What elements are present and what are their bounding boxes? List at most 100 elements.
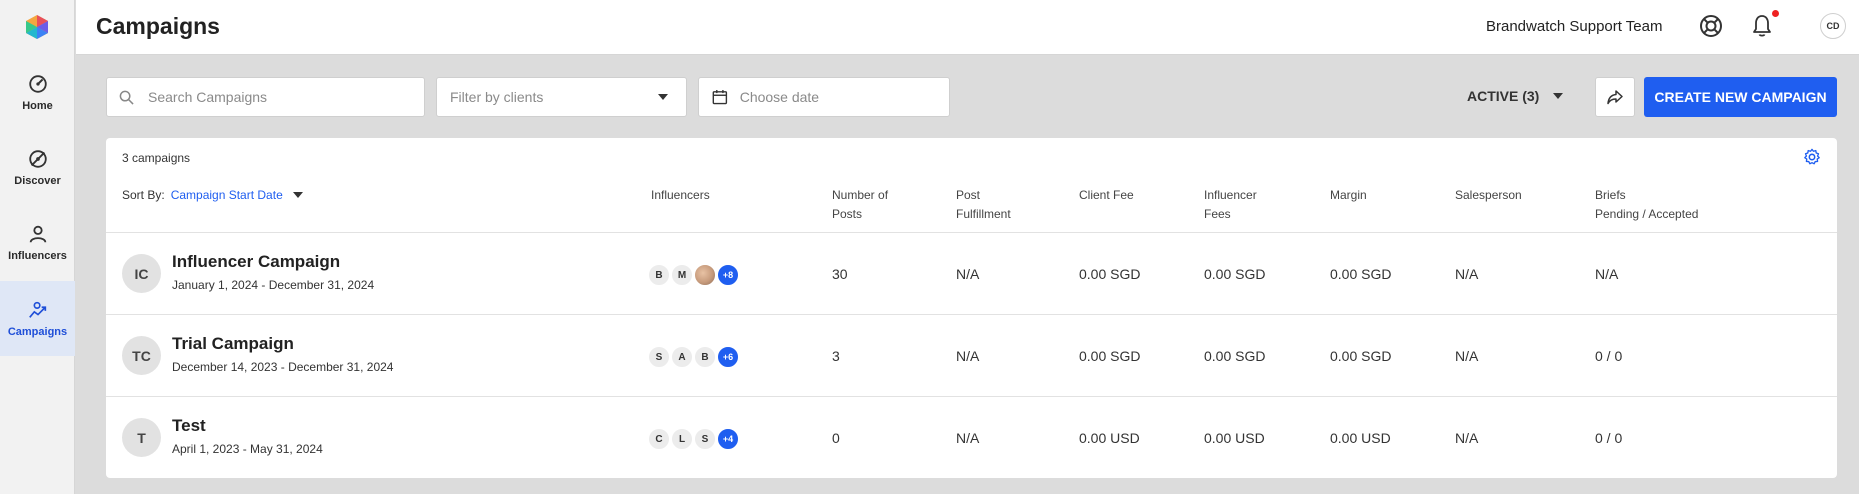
sidebar-item-influencers[interactable]: Influencers [0, 205, 75, 280]
influencer-fees: 0.00 USD [1204, 430, 1265, 446]
column-header-line: Fulfillment [956, 207, 1011, 221]
post-fulfillment: N/A [956, 430, 980, 446]
chevron-down-icon [658, 94, 668, 100]
post-fulfillment: N/A [956, 348, 980, 364]
column-header-line: Influencer [1204, 188, 1257, 202]
client-fee: 0.00 SGD [1079, 266, 1141, 282]
status-filter-dropdown[interactable]: ACTIVE (3) [1467, 88, 1564, 104]
salesperson: N/A [1455, 348, 1479, 364]
date-picker-field[interactable] [698, 77, 950, 117]
share-arrow-icon [1607, 90, 1623, 105]
column-header-fulfillment: Post Fulfillment [956, 186, 1011, 224]
client-filter-select[interactable]: Filter by clients [436, 77, 687, 117]
column-header-line: Fees [1204, 207, 1231, 221]
chevron-down-icon[interactable] [292, 192, 303, 198]
create-new-campaign-button[interactable]: CREATE NEW CAMPAIGN [1644, 77, 1837, 117]
page-title: Campaigns [96, 13, 220, 39]
campaign-dates: April 1, 2023 - May 31, 2024 [172, 442, 323, 456]
margin: 0.00 SGD [1330, 266, 1392, 282]
column-header-salesperson: Salesperson [1455, 186, 1522, 205]
team-name[interactable]: Brandwatch Support Team [1486, 18, 1663, 35]
briefs: N/A [1595, 266, 1619, 282]
more-influencers-badge: +4 [716, 427, 740, 451]
calendar-icon [712, 90, 728, 105]
influencer-fees: 0.00 SGD [1204, 266, 1266, 282]
search-input[interactable] [148, 89, 388, 105]
influencer-avatar: M [670, 263, 694, 287]
status-filter-label: ACTIVE (3) [1467, 88, 1540, 104]
column-header-line: Influencers [651, 188, 710, 202]
share-button[interactable] [1595, 77, 1635, 117]
campaign-avatar: T [122, 418, 161, 457]
salesperson: N/A [1455, 266, 1479, 282]
column-header-margin: Margin [1330, 186, 1367, 205]
briefs: 0 / 0 [1595, 348, 1623, 364]
discover-icon [28, 150, 47, 168]
column-header-line: Margin [1330, 188, 1367, 202]
column-header-influencers: Influencers [651, 186, 710, 205]
table-row[interactable]: T Test April 1, 2023 - May 31, 2024 C L … [106, 397, 1837, 479]
notification-bell-icon[interactable] [1750, 13, 1774, 39]
column-header-line: Salesperson [1455, 188, 1522, 202]
sort-by-value[interactable]: Campaign Start Date [171, 188, 283, 202]
column-header-briefs: Briefs Pending / Accepted [1595, 186, 1698, 224]
sidebar-item-label: Influencers [8, 250, 67, 262]
influencer-avatar: A [670, 345, 694, 369]
campaigns-table-card: 3 campaigns Sort By: Campaign Start Date… [106, 138, 1837, 478]
influencer-avatar: C [647, 427, 671, 451]
sidebar-item-home[interactable]: Home [0, 55, 75, 130]
influencer-avatar: S [647, 345, 671, 369]
help-lifebuoy-icon[interactable] [1699, 14, 1723, 38]
column-header-line: Briefs [1595, 188, 1626, 202]
app-logo-icon[interactable] [24, 14, 50, 40]
table-row[interactable]: IC Influencer Campaign January 1, 2024 -… [106, 233, 1837, 315]
column-header-influencer-fees: Influencer Fees [1204, 186, 1257, 224]
user-avatar[interactable]: CD [1820, 13, 1846, 39]
briefs: 0 / 0 [1595, 430, 1623, 446]
sort-by-control: Sort By: Campaign Start Date [122, 188, 303, 202]
column-header-line: Pending / Accepted [1595, 207, 1699, 221]
campaign-dates: January 1, 2024 - December 31, 2024 [172, 278, 375, 292]
margin: 0.00 USD [1330, 430, 1391, 446]
column-header-posts: Number of Posts [832, 186, 888, 224]
top-header: Campaigns Brandwatch Support Team CD [76, 0, 1859, 55]
person-icon [29, 225, 46, 243]
sidebar-item-label: Discover [14, 175, 61, 187]
client-fee: 0.00 USD [1079, 430, 1140, 446]
posts-count: 0 [832, 430, 840, 446]
column-header-line: Posts [832, 207, 863, 221]
home-gauge-icon [28, 75, 47, 93]
client-filter-placeholder: Filter by clients [450, 89, 544, 105]
column-header-client-fee: Client Fee [1079, 186, 1134, 205]
gear-icon[interactable] [1803, 148, 1821, 166]
posts-count: 30 [832, 266, 848, 282]
influencer-fees: 0.00 SGD [1204, 348, 1266, 364]
salesperson: N/A [1455, 430, 1479, 446]
sidebar: Home Discover Influencers Campaigns [0, 0, 75, 494]
campaign-chart-icon [28, 301, 46, 318]
search-icon [119, 90, 134, 105]
campaign-count: 3 campaigns [122, 151, 191, 165]
sidebar-item-discover[interactable]: Discover [0, 130, 75, 205]
influencer-photo-avatar [693, 263, 717, 287]
notification-dot [1772, 10, 1779, 17]
posts-count: 3 [832, 348, 840, 364]
campaign-name[interactable]: Test [172, 416, 206, 436]
date-input[interactable] [739, 89, 949, 105]
search-campaigns-field[interactable] [106, 77, 425, 117]
influencer-avatar: B [693, 345, 717, 369]
more-influencers-badge: +6 [716, 345, 740, 369]
table-row[interactable]: TC Trial Campaign December 14, 2023 - De… [106, 315, 1837, 397]
campaign-avatar: IC [122, 254, 161, 293]
sidebar-item-label: Campaigns [7, 326, 68, 338]
more-influencers-badge: +8 [716, 263, 740, 287]
influencer-avatar: L [670, 427, 694, 451]
campaign-name[interactable]: Trial Campaign [172, 334, 294, 354]
campaign-avatar: TC [122, 336, 161, 375]
campaign-name[interactable]: Influencer Campaign [172, 252, 340, 272]
sidebar-item-campaigns[interactable]: Campaigns [0, 281, 75, 356]
influencer-avatar: B [647, 263, 671, 287]
client-fee: 0.00 SGD [1079, 348, 1141, 364]
column-header-line: Client Fee [1079, 188, 1134, 202]
column-header-line: Number of [832, 188, 889, 202]
